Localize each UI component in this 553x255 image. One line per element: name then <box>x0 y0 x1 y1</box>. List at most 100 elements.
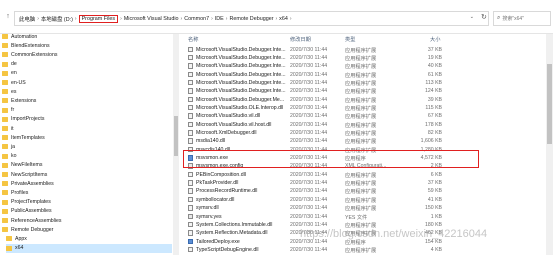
nav-folder-label: fr <box>11 107 15 114</box>
folder-icon <box>2 208 8 214</box>
chevron-right-icon[interactable]: › <box>37 16 39 22</box>
breadcrumb-item[interactable]: Remote Debugger <box>229 16 273 22</box>
nav-folder-item[interactable]: ProjectTemplates <box>2 198 51 207</box>
breadcrumb-item[interactable]: Common7 <box>184 16 209 22</box>
chevron-right-icon[interactable]: › <box>226 16 228 22</box>
folder-icon <box>2 181 8 187</box>
chevron-right-icon[interactable]: › <box>75 16 77 22</box>
nav-scrollbar-thumb[interactable] <box>174 116 178 156</box>
chevron-right-icon[interactable]: › <box>290 16 292 22</box>
breadcrumb-item[interactable]: 本地磁盘 (D:) <box>41 15 73 23</box>
file-date: 2020/7/30 11:44 <box>290 246 328 253</box>
breadcrumb-item[interactable]: IDE <box>215 16 224 22</box>
column-name[interactable]: 名称 <box>188 36 198 43</box>
nav-folder-item[interactable]: Appx <box>6 234 27 243</box>
nav-folder-item[interactable]: Profiles <box>2 188 28 197</box>
file-row[interactable]: Microsoft.VisualStudio.Debugger.Inte... 2… <box>180 70 553 79</box>
folder-icon <box>2 190 8 196</box>
nav-folder-item[interactable]: ko <box>2 152 16 161</box>
nav-folder-label: Extensions <box>11 97 37 104</box>
file-row[interactable]: Microsoft.VisualStudio.Debugger.Inte... 2… <box>180 78 553 87</box>
file-list-scrollbar-thumb[interactable] <box>547 64 552 144</box>
nav-folder-item[interactable]: Remote Debugger <box>2 225 53 234</box>
file-row[interactable]: Microsoft.VisualStudio.Debugger.Inte... 2… <box>180 62 553 70</box>
chevron-right-icon[interactable]: › <box>276 16 278 22</box>
file-name: Microsoft.VisualStudio.OLE.Interop.dll <box>196 104 284 111</box>
file-date: 2020/7/30 11:44 <box>290 130 328 136</box>
dll-file-icon <box>188 104 193 111</box>
file-row[interactable]: symsrv.yes 2020/7/30 11:44 YES 文件 1 KB <box>180 212 553 221</box>
file-name: Microsoft.VisualStudio.Debugger.Inte... <box>196 54 286 61</box>
address-dropdown-icon[interactable]: ⌄ <box>470 14 474 20</box>
file-name: symbollocator.dll <box>196 196 235 203</box>
file-row[interactable]: symsrv.dll 2020/7/30 11:44 应用程序扩展 150 KB <box>180 204 553 212</box>
nav-folder-item[interactable]: ImportProjects <box>2 115 44 124</box>
file-row[interactable]: PkTaskProvider.dll 2020/7/30 11:44 应用程序扩展 3… <box>180 179 553 187</box>
nav-folder-item[interactable]: ja <box>2 142 15 151</box>
nav-folder-item[interactable]: NewFileItems <box>2 161 42 170</box>
folder-icon <box>2 153 8 159</box>
file-row[interactable]: Microsoft.XmlDebugger.dll 2020/7/30 11:44… <box>180 129 553 137</box>
file-row[interactable]: Microsoft.VisualStudio.Debugger.Inte... 2… <box>180 45 553 54</box>
file-row[interactable]: Microsoft.VisualStudio.Debugger.Inte... 2… <box>180 87 553 95</box>
chevron-right-icon[interactable]: › <box>211 16 213 22</box>
breadcrumb-item[interactable]: Program Files <box>78 14 119 23</box>
file-date: 2020/7/30 11:44 <box>290 96 328 103</box>
file-list-scrollbar[interactable] <box>546 34 553 255</box>
file-row[interactable]: msdia140.dll 2020/7/30 11:44 应用程序扩展 1,606 K… <box>180 137 553 145</box>
breadcrumb-item[interactable]: 此电脑 <box>19 15 35 23</box>
file-name: TailoredDeploy.exe <box>196 238 240 245</box>
search-input[interactable]: ⌕ 搜索"x64" <box>493 11 551 26</box>
nav-folder-item[interactable]: PublicAssemblies <box>2 207 52 216</box>
file-name: System.Collections.Immutable.dll <box>196 221 273 228</box>
nav-folder-item[interactable]: BlendExtensions <box>2 41 50 50</box>
breadcrumb-item[interactable]: x64 <box>279 16 288 22</box>
nav-folder-item[interactable]: Automation <box>2 34 37 41</box>
file-row[interactable]: ProcessRecordRuntime.dll 2020/7/30 11:44 应… <box>180 187 553 195</box>
nav-folder-item[interactable]: en-US <box>2 78 26 87</box>
file-size: 124 KB <box>424 88 442 95</box>
folder-icon <box>2 43 8 49</box>
nav-folder-item[interactable]: it <box>2 124 14 133</box>
dll-file-icon <box>188 246 193 253</box>
nav-folder-item[interactable]: ItemTemplates <box>2 133 45 142</box>
nav-folder-item[interactable]: en <box>2 69 17 78</box>
column-size[interactable]: 大小 <box>430 36 440 43</box>
chevron-right-icon[interactable]: › <box>120 16 122 22</box>
breadcrumb-item[interactable]: Microsoft Visual Studio <box>124 16 179 22</box>
up-arrow-icon[interactable]: ↑ <box>3 12 13 22</box>
nav-folder-item[interactable]: PrivateAssemblies <box>2 179 54 188</box>
nav-folder-item[interactable]: NewScriptItems <box>2 170 47 179</box>
file-size: 67 KB <box>427 113 442 120</box>
nav-folder-item[interactable]: fr <box>2 106 14 115</box>
nav-folder-item[interactable]: de <box>2 60 17 69</box>
file-row[interactable]: TypeScriptDebugEngine.dll 2020/7/30 11:44… <box>180 245 553 254</box>
column-date[interactable]: 修改日期 <box>290 36 311 43</box>
file-row[interactable]: Microsoft.VisualStudio.vil.host.dll 2020/… <box>180 120 553 129</box>
nav-folder-item[interactable]: x64 <box>6 243 172 253</box>
folder-icon <box>6 236 12 242</box>
dll-file-icon <box>188 71 193 78</box>
file-row[interactable]: Microsoft.VisualStudio.Debugger.Inte... 2… <box>180 53 553 62</box>
file-row[interactable]: Microsoft.VisualStudio.OLE.Interop.dll 20… <box>180 103 553 112</box>
column-type[interactable]: 类型 <box>345 36 355 43</box>
file-date: 2020/7/30 11:44 <box>290 205 328 212</box>
nav-folder-item[interactable]: CommonExtensions <box>2 50 57 59</box>
nav-scrollbar[interactable] <box>173 34 179 255</box>
file-date: 2020/7/30 11:44 <box>290 138 328 145</box>
dll-file-icon <box>188 196 193 203</box>
nav-folder-item[interactable]: ReferenceAssemblies <box>2 216 61 225</box>
file-row[interactable]: symbollocator.dll 2020/7/30 11:44 应用程序扩展 41… <box>180 195 553 204</box>
file-row[interactable]: Microsoft.VisualStudio.Debugger.Me... 202… <box>180 95 553 104</box>
chevron-right-icon[interactable]: › <box>181 16 183 22</box>
nav-folder-item[interactable]: es <box>2 87 16 96</box>
file-size: 178 KB <box>424 121 442 128</box>
address-bar[interactable]: ⌄ 此电脑 › 本地磁盘 (D:) › Program Files › Microsoft … <box>14 11 489 26</box>
folder-icon <box>2 199 8 205</box>
file-type: 应用程序扩展 <box>345 247 377 254</box>
dll-file-icon <box>188 171 193 178</box>
file-row[interactable]: PEBinComposition.dll 2020/7/30 11:44 应用程序扩… <box>180 170 553 179</box>
file-row[interactable]: Microsoft.VisualStudio.vil.dll 2020/7/30 … <box>180 112 553 120</box>
nav-folder-item[interactable]: Extensions <box>2 96 36 105</box>
file-date: 2020/7/30 11:44 <box>290 213 328 220</box>
